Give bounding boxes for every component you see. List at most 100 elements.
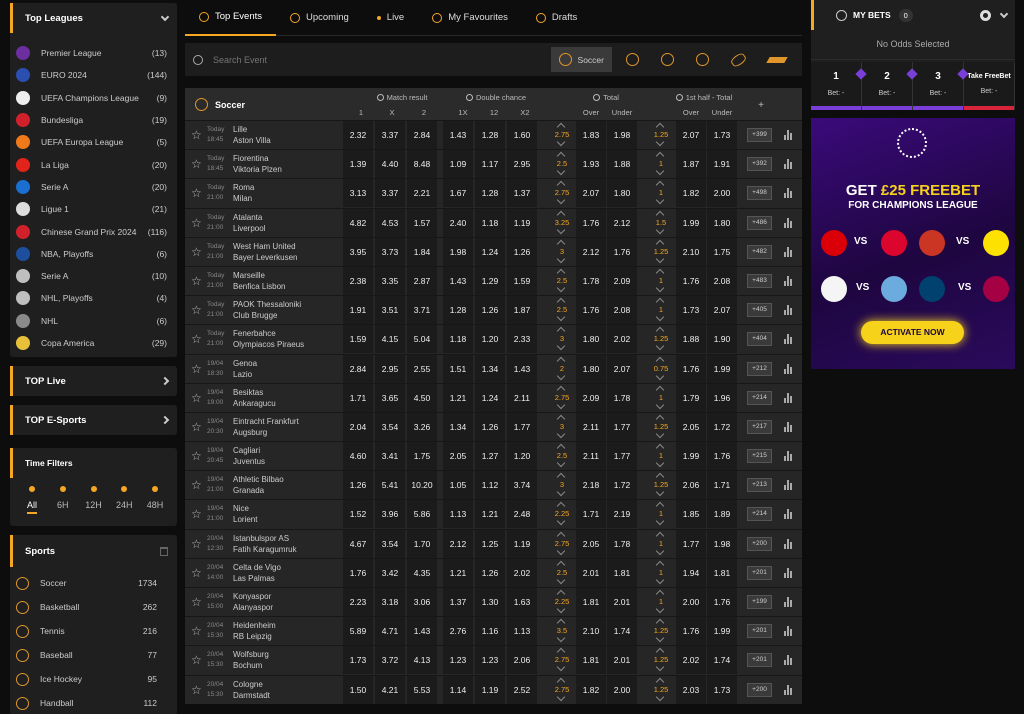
odds-cell-o1[interactable]: 2.23 bbox=[343, 588, 373, 616]
favourite-star-icon[interactable]: ☆ bbox=[191, 596, 202, 608]
odds-cell-o2[interactable]: 1.75 bbox=[407, 442, 437, 471]
odds-cell-d12[interactable]: 1.17 bbox=[475, 150, 505, 179]
total-line-selector[interactable]: 3.25 bbox=[544, 209, 580, 237]
favourite-star-icon[interactable]: ☆ bbox=[191, 625, 202, 637]
match-teams[interactable]: Eintracht Frankfurt Augsburg bbox=[233, 416, 299, 438]
odds-cell-tu[interactable]: 1.77 bbox=[607, 442, 637, 471]
odds-cell-o1[interactable]: 1.39 bbox=[343, 150, 373, 179]
half-total-line-selector[interactable]: 1.25 bbox=[643, 646, 679, 674]
odds-cell-d1x[interactable]: 1.18 bbox=[443, 325, 473, 354]
odds-cell-ho[interactable]: 1.76 bbox=[676, 354, 706, 383]
odds-cell-to[interactable]: 1.76 bbox=[576, 296, 606, 325]
odds-cell-hu[interactable]: 1.80 bbox=[707, 208, 737, 237]
top-esports-header[interactable]: TOP E-Sports bbox=[10, 405, 177, 435]
odds-cell-o2[interactable]: 3.26 bbox=[407, 412, 437, 441]
odds-cell-ox[interactable]: 4.71 bbox=[375, 617, 405, 646]
odds-cell-dx2[interactable]: 1.63 bbox=[507, 588, 537, 616]
more-markets-button[interactable]: +200 bbox=[747, 536, 772, 551]
odds-cell-ox[interactable]: 3.54 bbox=[375, 412, 405, 441]
match-teams[interactable]: Roma Milan bbox=[233, 182, 254, 204]
odds-cell-to[interactable]: 2.05 bbox=[576, 529, 606, 558]
match-teams[interactable]: Wolfsburg Bochum bbox=[233, 649, 269, 671]
odds-cell-o2[interactable]: 4.50 bbox=[407, 383, 437, 412]
odds-cell-d1x[interactable]: 2.76 bbox=[443, 617, 473, 646]
odds-cell-ho[interactable]: 1.82 bbox=[676, 179, 706, 208]
odds-cell-hu[interactable]: 1.98 bbox=[707, 529, 737, 558]
total-line-selector[interactable]: 2.75 bbox=[544, 179, 580, 207]
match-teams[interactable]: Fenerbahce Olympiacos Piraeus bbox=[233, 328, 304, 350]
odds-cell-o1[interactable]: 2.04 bbox=[343, 412, 373, 441]
odds-cell-to[interactable]: 1.93 bbox=[576, 150, 606, 179]
half-total-line-selector[interactable]: 1 bbox=[643, 384, 679, 412]
odds-cell-tu[interactable]: 1.76 bbox=[607, 237, 637, 266]
favourite-star-icon[interactable]: ☆ bbox=[191, 275, 202, 287]
odds-cell-dx2[interactable]: 2.06 bbox=[507, 646, 537, 675]
odds-cell-ho[interactable]: 2.05 bbox=[676, 412, 706, 441]
sport-item[interactable]: Soccer 1734 bbox=[10, 571, 177, 595]
favourite-star-icon[interactable]: ☆ bbox=[191, 129, 202, 141]
half-total-line-selector[interactable]: 1 bbox=[643, 150, 679, 178]
stats-icon[interactable] bbox=[784, 626, 793, 637]
odds-cell-to[interactable]: 2.11 bbox=[576, 412, 606, 441]
odds-cell-hu[interactable]: 1.99 bbox=[707, 617, 737, 646]
match-teams[interactable]: Genoa Lazio bbox=[233, 358, 257, 380]
odds-cell-o2[interactable]: 4.35 bbox=[407, 558, 437, 587]
odds-cell-d12[interactable]: 1.26 bbox=[475, 412, 505, 441]
favourite-star-icon[interactable]: ☆ bbox=[191, 392, 202, 404]
odds-cell-ho[interactable]: 1.73 bbox=[676, 296, 706, 325]
odds-cell-d1x[interactable]: 2.12 bbox=[443, 529, 473, 558]
odds-cell-hu[interactable]: 1.90 bbox=[707, 325, 737, 354]
odds-cell-d12[interactable]: 1.29 bbox=[475, 266, 505, 295]
more-markets-button[interactable]: +214 bbox=[747, 390, 772, 405]
time-filter-12h[interactable]: 12H bbox=[80, 486, 108, 514]
time-filter-24h[interactable]: 24H bbox=[110, 486, 138, 514]
more-markets-button[interactable]: +217 bbox=[747, 419, 772, 434]
odds-cell-to[interactable]: 2.10 bbox=[576, 617, 606, 646]
half-total-line-selector[interactable]: 1 bbox=[643, 179, 679, 207]
odds-cell-ox[interactable]: 4.15 bbox=[375, 325, 405, 354]
favourite-star-icon[interactable]: ☆ bbox=[191, 654, 202, 666]
odds-cell-ox[interactable]: 3.65 bbox=[375, 383, 405, 412]
more-markets-button[interactable]: +483 bbox=[747, 273, 772, 288]
odds-cell-hu[interactable]: 1.73 bbox=[707, 675, 737, 704]
odds-cell-d12[interactable]: 1.23 bbox=[475, 646, 505, 675]
sport-item[interactable]: Handball 112 bbox=[10, 691, 177, 714]
league-item[interactable]: UEFA Europa League (5) bbox=[10, 131, 177, 153]
odds-cell-d1x[interactable]: 1.98 bbox=[443, 237, 473, 266]
more-markets-button[interactable]: +201 bbox=[747, 653, 772, 668]
bet-slip-tab[interactable]: Take FreeBet Bet: - bbox=[964, 62, 1015, 110]
odds-cell-dx2[interactable]: 1.43 bbox=[507, 354, 537, 383]
odds-cell-o1[interactable]: 2.84 bbox=[343, 354, 373, 383]
more-markets-button[interactable]: +392 bbox=[747, 157, 772, 172]
stats-icon[interactable] bbox=[784, 275, 793, 286]
time-filter-6h[interactable]: 6H bbox=[49, 486, 77, 514]
odds-cell-hu[interactable]: 2.07 bbox=[707, 296, 737, 325]
more-markets-button[interactable]: +404 bbox=[747, 332, 772, 347]
league-item[interactable]: NHL, Playoffs (4) bbox=[10, 287, 177, 309]
favourite-star-icon[interactable]: ☆ bbox=[191, 538, 202, 550]
odds-cell-o1[interactable]: 2.38 bbox=[343, 266, 373, 295]
odds-cell-o2[interactable]: 5.04 bbox=[407, 325, 437, 354]
odds-cell-tu[interactable]: 1.74 bbox=[607, 617, 637, 646]
favourite-star-icon[interactable]: ☆ bbox=[191, 450, 202, 462]
league-item[interactable]: Copa America (29) bbox=[10, 332, 177, 354]
odds-cell-ho[interactable]: 1.76 bbox=[676, 266, 706, 295]
tab-top-events[interactable]: Top Events bbox=[185, 0, 276, 36]
odds-cell-ho[interactable]: 1.94 bbox=[676, 558, 706, 587]
half-total-line-selector[interactable]: 1 bbox=[643, 442, 679, 470]
odds-cell-dx2[interactable]: 1.20 bbox=[507, 442, 537, 471]
odds-cell-o2[interactable]: 1.84 bbox=[407, 237, 437, 266]
league-item[interactable]: Ligue 1 (21) bbox=[10, 198, 177, 220]
odds-cell-hu[interactable]: 2.08 bbox=[707, 266, 737, 295]
odds-cell-to[interactable]: 1.76 bbox=[576, 208, 606, 237]
odds-cell-to[interactable]: 1.80 bbox=[576, 325, 606, 354]
odds-cell-o2[interactable]: 2.55 bbox=[407, 354, 437, 383]
more-markets-button[interactable]: +201 bbox=[747, 565, 772, 580]
odds-cell-d1x[interactable]: 1.43 bbox=[443, 266, 473, 295]
match-teams[interactable]: Cologne Darmstadt bbox=[233, 679, 270, 701]
odds-cell-o2[interactable]: 2.87 bbox=[407, 266, 437, 295]
league-item[interactable]: Chinese Grand Prix 2024 (116) bbox=[10, 220, 177, 242]
odds-cell-to[interactable]: 2.07 bbox=[576, 179, 606, 208]
more-markets-button[interactable]: +482 bbox=[747, 244, 772, 259]
stats-icon[interactable] bbox=[784, 684, 793, 695]
